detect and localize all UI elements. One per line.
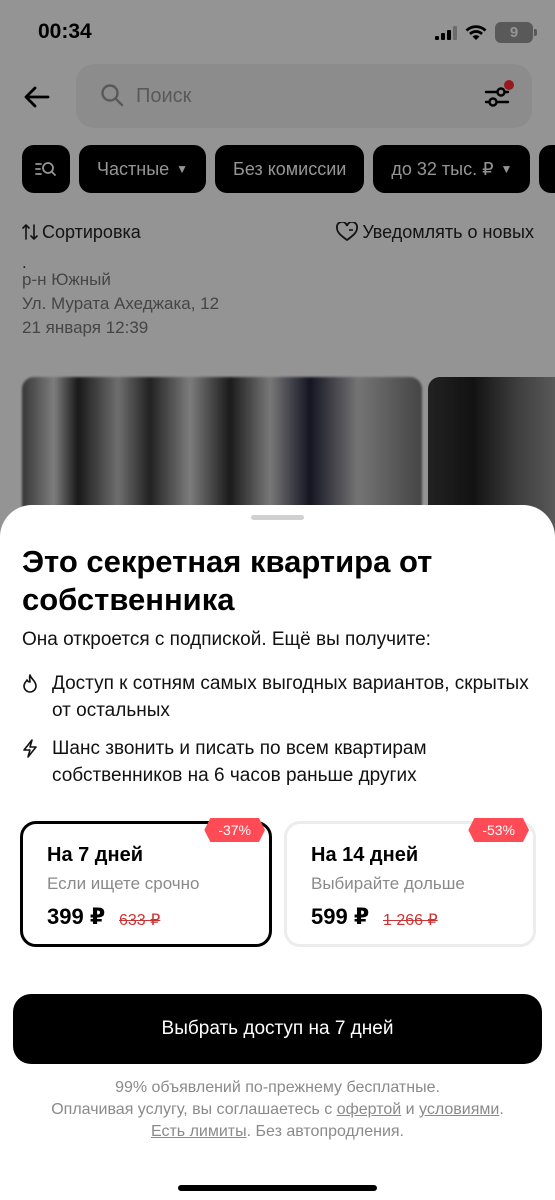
terms-link[interactable]: условиями xyxy=(419,1101,499,1118)
feature-item: Шанс звонить и писать по всем квартирам … xyxy=(22,735,534,789)
lightning-icon xyxy=(22,735,40,789)
plan-price: 599 ₽ xyxy=(311,904,370,929)
footnote-line3: Есть лимиты. Без автопродления. xyxy=(10,1121,545,1143)
sheet-subtitle: Она откроется с подпиской. Ещё вы получи… xyxy=(22,629,431,650)
feature-text: Шанс звонить и писать по всем квартирам … xyxy=(52,738,427,786)
footnote-text: . Без автопродления. xyxy=(246,1123,404,1140)
feature-text: Доступ к сотням самых выгодных вариантов… xyxy=(52,673,529,721)
footnote-text: и xyxy=(405,1101,415,1118)
discount-badge: -53% xyxy=(468,818,529,842)
plan-old-price: 633 ₽ xyxy=(119,912,161,929)
footnote-line1: 99% объявлений по-прежнему бесплатные. xyxy=(115,1079,440,1096)
plan-card-14-days[interactable]: -53% На 14 дней Выбирайте дольше 599 ₽ 1… xyxy=(284,818,536,947)
plan-price: 399 ₽ xyxy=(47,904,106,929)
offer-link[interactable]: офертой xyxy=(337,1101,402,1118)
plan-description: Выбирайте дольше xyxy=(311,874,465,893)
footnote-text: Оплачивая услугу, вы соглашаетесь с xyxy=(51,1101,333,1118)
footnote-line2: Оплачивая услугу, вы соглашаетесь с офер… xyxy=(10,1099,545,1121)
discount-badge: -37% xyxy=(204,818,265,842)
sheet-grabber[interactable] xyxy=(251,515,304,520)
plan-description: Если ищете срочно xyxy=(47,874,200,893)
home-indicator[interactable] xyxy=(178,1185,377,1191)
subscription-sheet: Это секретная квартира от собственника О… xyxy=(0,505,555,1200)
plan-old-price: 1 266 ₽ xyxy=(383,912,438,929)
limits-link[interactable]: Есть лимиты xyxy=(151,1123,247,1140)
plan-name: На 7 дней xyxy=(47,844,143,866)
plan-card-7-days[interactable]: -37% На 7 дней Если ищете срочно 399 ₽ 6… xyxy=(20,818,272,947)
plan-name: На 14 дней xyxy=(311,844,419,866)
flame-icon xyxy=(22,670,40,724)
legal-footnote: 99% объявлений по-прежнему бесплатные. О… xyxy=(10,1077,545,1143)
feature-item: Доступ к сотням самых выгодных вариантов… xyxy=(22,670,534,724)
footnote-text: . xyxy=(499,1101,504,1118)
sheet-title: Это секретная квартира от собственника xyxy=(22,544,433,617)
select-plan-button[interactable]: Выбрать доступ на 7 дней xyxy=(13,994,542,1064)
